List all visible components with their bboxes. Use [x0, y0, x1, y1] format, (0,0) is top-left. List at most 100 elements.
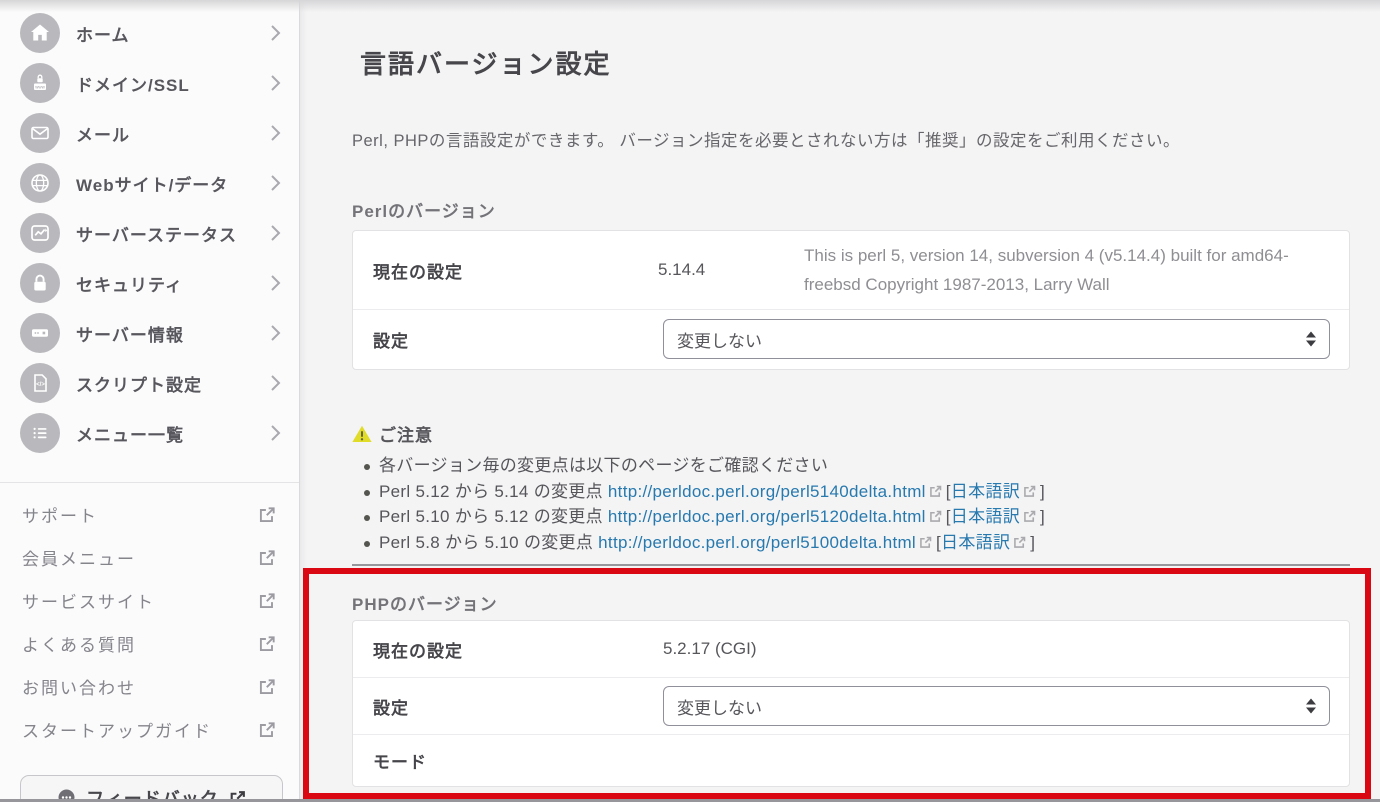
notice-section: ご注意 各バージョン毎の変更点は以下のページをご確認ください Perl 5.12…: [352, 421, 1350, 555]
php-section-heading: PHPのバージョン: [352, 590, 498, 615]
external-link-icon: [257, 548, 277, 568]
sidebar-item-label: Webサイト/データ: [76, 171, 228, 196]
sidebar-item-security[interactable]: セキュリティ: [0, 258, 299, 308]
notice-item: Perl 5.8 から 5.10 の変更点 http://perldoc.per…: [352, 530, 1350, 556]
sidebar-item-label: ホーム: [76, 21, 130, 46]
php-current-setting-row: 現在の設定 5.2.17 (CGI): [353, 621, 1349, 677]
external-link-icon: [1022, 509, 1037, 524]
external-link-icon: [928, 484, 943, 499]
sidebar-link-service-site[interactable]: サービスサイト: [0, 579, 299, 622]
server-info-icon: [20, 313, 60, 353]
external-link-icon: [257, 591, 277, 611]
perl-current-version: 5.14.4: [658, 260, 705, 280]
sidebar: ホーム WWW ドメイン/SSL: [0, 0, 300, 802]
sidebar-link-startup-guide[interactable]: スタートアップガイド: [0, 708, 299, 751]
php-setting-label: 設定: [373, 694, 409, 719]
sidebar-link-support[interactable]: サポート: [0, 493, 299, 536]
notice-item: Perl 5.12 から 5.14 の変更点 http://perldoc.pe…: [352, 479, 1350, 505]
chevron-right-icon: [270, 74, 281, 92]
svg-text:</>: </>: [36, 382, 45, 388]
sidebar-item-label: メール: [76, 121, 130, 146]
perl-version-detail: This is perl 5, version 14, subversion 4…: [804, 241, 1325, 299]
external-link-icon: [1022, 484, 1037, 499]
security-lock-icon: [20, 263, 60, 303]
script-settings-icon: </>: [20, 363, 60, 403]
chevron-right-icon: [270, 424, 281, 442]
sidebar-link-faq[interactable]: よくある質問: [0, 622, 299, 665]
sidebar-link-contact[interactable]: お問い合わせ: [0, 665, 299, 708]
php-version-select-value: 変更しない: [677, 694, 762, 719]
perl-section-heading: Perlのバージョン: [352, 197, 496, 222]
perl-version-select[interactable]: 変更しない: [663, 319, 1330, 359]
main-content: 言語バージョン設定 Perl, PHPの言語設定ができます。 バージョン指定を必…: [300, 0, 1380, 802]
website-data-icon: [20, 163, 60, 203]
section-divider: [352, 564, 1350, 566]
server-status-icon: [20, 213, 60, 253]
menu-list-icon: [20, 413, 60, 453]
feedback-button[interactable]: フィードバック: [20, 775, 283, 802]
notice-item: 各バージョン毎の変更点は以下のページをご確認ください: [352, 453, 1350, 479]
external-link-icon: [1012, 535, 1027, 550]
external-link-icon: [257, 505, 277, 525]
sidebar-external-menu: サポート 会員メニュー サービスサイト よくある質問: [0, 493, 299, 751]
svg-text:WWW: WWW: [35, 85, 45, 89]
page: ホーム WWW ドメイン/SSL: [0, 0, 1380, 802]
chevron-right-icon: [270, 124, 281, 142]
chevron-right-icon: [270, 324, 281, 342]
php-current-version: 5.2.17 (CGI): [663, 639, 757, 659]
perl5100-japanese-link[interactable]: 日本語訳: [941, 533, 1010, 552]
sidebar-item-label: ドメイン/SSL: [76, 71, 190, 96]
select-updown-icon: [1306, 332, 1316, 347]
sidebar-item-label: メニュー一覧: [76, 421, 184, 446]
perl5100-delta-link[interactable]: http://perldoc.perl.org/perl5100delta.ht…: [598, 533, 916, 552]
page-description: Perl, PHPの言語設定ができます。 バージョン指定を必要とされない方は「推…: [352, 127, 1180, 151]
chevron-right-icon: [270, 274, 281, 292]
perl-settings-card: 現在の設定 5.14.4 This is perl 5, version 14,…: [352, 230, 1350, 370]
perl-setting-label: 設定: [373, 327, 409, 352]
perl5140-japanese-link[interactable]: 日本語訳: [951, 482, 1020, 501]
php-current-label: 現在の設定: [373, 637, 463, 662]
perl5120-japanese-link[interactable]: 日本語訳: [951, 507, 1020, 526]
perl-current-setting-row: 現在の設定 5.14.4 This is perl 5, version 14,…: [353, 231, 1349, 309]
home-icon: [20, 13, 60, 53]
perl5120-delta-link[interactable]: http://perldoc.perl.org/perl5120delta.ht…: [608, 507, 926, 526]
external-link-icon: [257, 720, 277, 740]
php-setting-row: 設定 変更しない: [353, 677, 1349, 734]
external-link-icon: [257, 634, 277, 654]
sidebar-item-menu-list[interactable]: メニュー一覧: [0, 408, 299, 458]
perl-current-label: 現在の設定: [373, 258, 463, 283]
domain-ssl-icon: WWW: [20, 63, 60, 103]
sidebar-item-server-status[interactable]: サーバーステータス: [0, 208, 299, 258]
sidebar-item-server-info[interactable]: サーバー情報: [0, 308, 299, 358]
mail-icon: [20, 113, 60, 153]
sidebar-item-script-settings[interactable]: </> スクリプト設定: [0, 358, 299, 408]
external-link-icon: [257, 677, 277, 697]
php-version-select[interactable]: 変更しない: [663, 686, 1330, 726]
chevron-right-icon: [270, 174, 281, 192]
page-title: 言語バージョン設定: [360, 44, 611, 81]
perl-setting-row: 設定 変更しない: [353, 309, 1349, 369]
sidebar-item-home[interactable]: ホーム: [0, 8, 299, 58]
sidebar-item-mail[interactable]: メール: [0, 108, 299, 158]
notice-heading: ご注意: [379, 421, 433, 446]
sidebar-divider: [0, 482, 299, 483]
chevron-right-icon: [270, 374, 281, 392]
sidebar-item-website-data[interactable]: Webサイト/データ: [0, 158, 299, 208]
sidebar-item-label: セキュリティ: [76, 271, 183, 296]
perl-version-select-value: 変更しない: [677, 327, 762, 352]
sidebar-item-label: サーバー情報: [76, 321, 184, 346]
external-link-icon: [928, 509, 943, 524]
external-link-icon: [918, 535, 933, 550]
chevron-right-icon: [270, 224, 281, 242]
select-updown-icon: [1306, 699, 1316, 714]
sidebar-link-member-menu[interactable]: 会員メニュー: [0, 536, 299, 579]
chevron-right-icon: [270, 24, 281, 42]
php-mode-row: モード: [353, 734, 1349, 786]
sidebar-item-label: スクリプト設定: [76, 371, 202, 396]
sidebar-item-domain-ssl[interactable]: WWW ドメイン/SSL: [0, 58, 299, 108]
sidebar-item-label: サーバーステータス: [76, 221, 237, 246]
perl5140-delta-link[interactable]: http://perldoc.perl.org/perl5140delta.ht…: [608, 482, 926, 501]
warning-icon: [352, 425, 372, 443]
php-settings-card: 現在の設定 5.2.17 (CGI) 設定 変更しない モード: [352, 620, 1350, 787]
notice-item: Perl 5.10 から 5.12 の変更点 http://perldoc.pe…: [352, 504, 1350, 530]
